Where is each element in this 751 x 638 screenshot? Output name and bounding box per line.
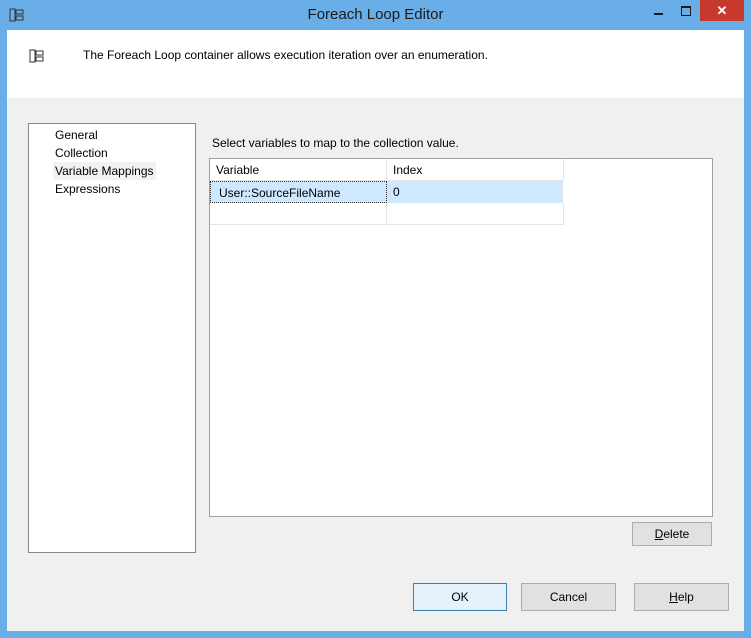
foreach-loop-icon [29, 48, 45, 64]
delete-button[interactable]: Delete [632, 522, 712, 546]
variable-cell[interactable]: User::SourceFileName [210, 181, 387, 203]
help-access-key: H [669, 590, 678, 604]
column-header-index[interactable]: Index [387, 159, 564, 181]
index-cell[interactable]: 0 [387, 181, 563, 203]
dialog-client-area: The Foreach Loop container allows execut… [7, 30, 744, 631]
nav-item-collection[interactable]: Collection [53, 144, 110, 162]
close-icon: ✕ [716, 3, 728, 18]
new-row-variable-cell[interactable] [210, 203, 387, 225]
title-bar[interactable]: Foreach Loop Editor ✕ [0, 0, 751, 30]
help-label: elp [677, 590, 694, 604]
mapping-instruction: Select variables to map to the collectio… [212, 136, 459, 150]
description-header: The Foreach Loop container allows execut… [7, 30, 744, 98]
window-title: Foreach Loop Editor [307, 6, 444, 23]
delete-label: elete [663, 527, 690, 541]
close-button[interactable]: ✕ [700, 0, 744, 21]
column-header-variable[interactable]: Variable [210, 159, 387, 181]
help-button[interactable]: Help [634, 583, 729, 611]
page-navigation-list: General Collection Variable Mappings Exp… [28, 123, 196, 553]
new-row-index-cell[interactable] [387, 203, 564, 225]
nav-item-expressions[interactable]: Expressions [53, 180, 122, 198]
dialog-window: Foreach Loop Editor ✕ The Foreach Loop c… [0, 0, 751, 638]
maximize-button[interactable] [668, 0, 704, 22]
cancel-button[interactable]: Cancel [521, 583, 616, 611]
header-description: The Foreach Loop container allows execut… [83, 48, 488, 62]
nav-item-variable-mappings[interactable]: Variable Mappings [53, 162, 156, 180]
variable-mapping-grid: Variable Index User::SourceFileName 0 [209, 158, 713, 517]
ok-button[interactable]: OK [413, 583, 507, 611]
delete-access-key: D [654, 527, 664, 541]
nav-item-general[interactable]: General [53, 126, 100, 144]
